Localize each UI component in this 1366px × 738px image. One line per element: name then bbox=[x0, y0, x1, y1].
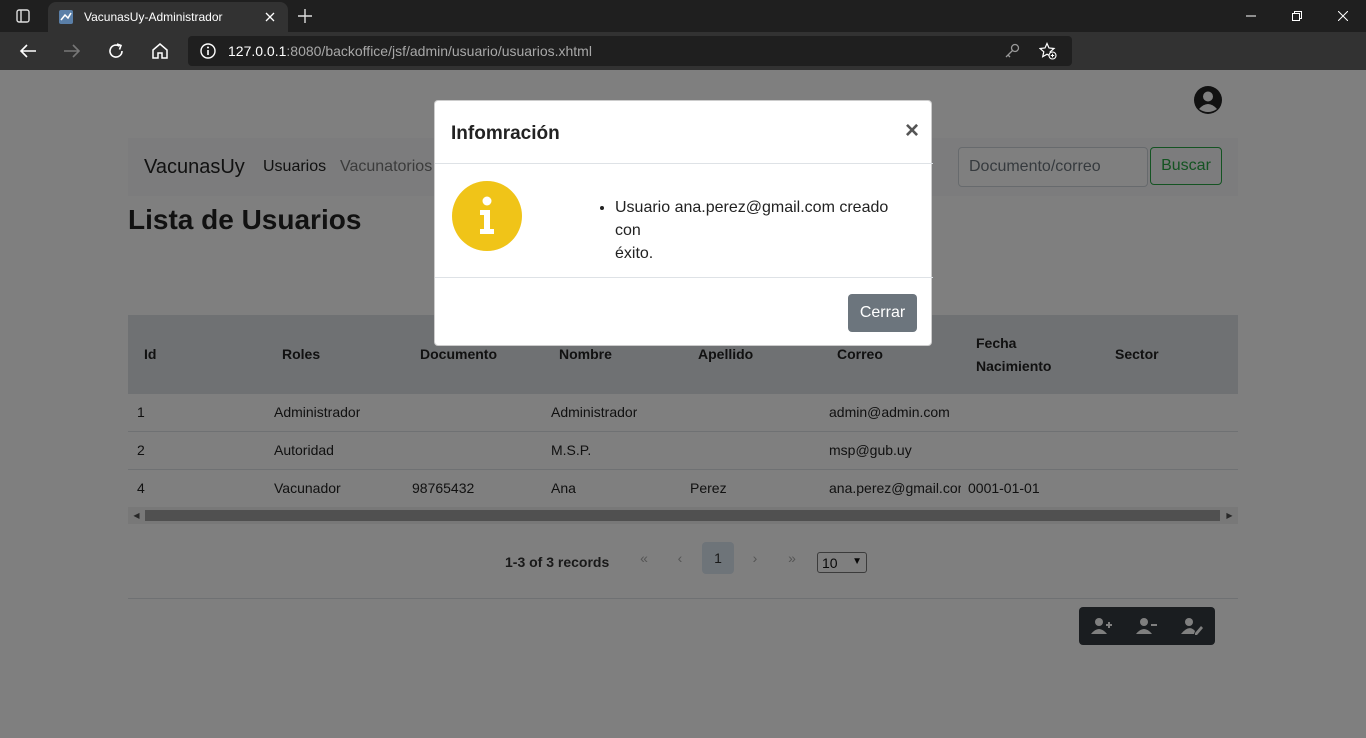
dialog-title: Infomración bbox=[451, 123, 560, 144]
tab-actions-icon[interactable] bbox=[0, 0, 46, 32]
tab-close-icon[interactable] bbox=[262, 9, 278, 25]
close-icon[interactable]: × bbox=[905, 117, 919, 145]
dialog-body: Usuario ana.perez@gmail.com creado con éx… bbox=[435, 164, 933, 277]
dialog-header: Infomración × bbox=[435, 101, 933, 164]
minimize-icon[interactable] bbox=[1228, 0, 1274, 32]
home-icon[interactable] bbox=[138, 32, 182, 70]
address-bar[interactable]: 127.0.0.1:8080/backoffice/jsf/admin/usua… bbox=[188, 36, 1072, 66]
site-info-icon[interactable] bbox=[200, 43, 216, 59]
message-line-1: Usuario ana.perez@gmail.com creado con bbox=[615, 199, 889, 239]
browser-tab[interactable]: VacunasUy-Administrador bbox=[48, 2, 288, 32]
tab-title: VacunasUy-Administrador bbox=[84, 10, 223, 24]
dialog-footer: Cerrar bbox=[435, 277, 933, 347]
add-favorite-icon[interactable] bbox=[1030, 36, 1066, 66]
forward-icon[interactable] bbox=[50, 32, 94, 70]
info-icon bbox=[452, 181, 522, 251]
reload-icon[interactable] bbox=[94, 32, 138, 70]
favicon-icon bbox=[59, 10, 73, 24]
key-icon[interactable] bbox=[994, 36, 1030, 66]
back-icon[interactable] bbox=[6, 32, 50, 70]
message-line-2: éxito. bbox=[615, 245, 654, 262]
dialog-message: Usuario ana.perez@gmail.com creado con éx… bbox=[597, 196, 917, 265]
browser-toolbar: 127.0.0.1:8080/backoffice/jsf/admin/usua… bbox=[0, 32, 1366, 94]
browser-tab-bar: VacunasUy-Administrador bbox=[0, 0, 1366, 32]
url-text: 127.0.0.1:8080/backoffice/jsf/admin/usua… bbox=[228, 43, 592, 59]
info-dialog: Infomración × Usuario ana.perez@gmail.co… bbox=[434, 100, 933, 347]
close-button[interactable]: Cerrar bbox=[848, 294, 917, 332]
close-window-icon[interactable] bbox=[1320, 0, 1366, 32]
new-tab-icon[interactable] bbox=[294, 5, 316, 27]
restore-icon[interactable] bbox=[1274, 0, 1320, 32]
